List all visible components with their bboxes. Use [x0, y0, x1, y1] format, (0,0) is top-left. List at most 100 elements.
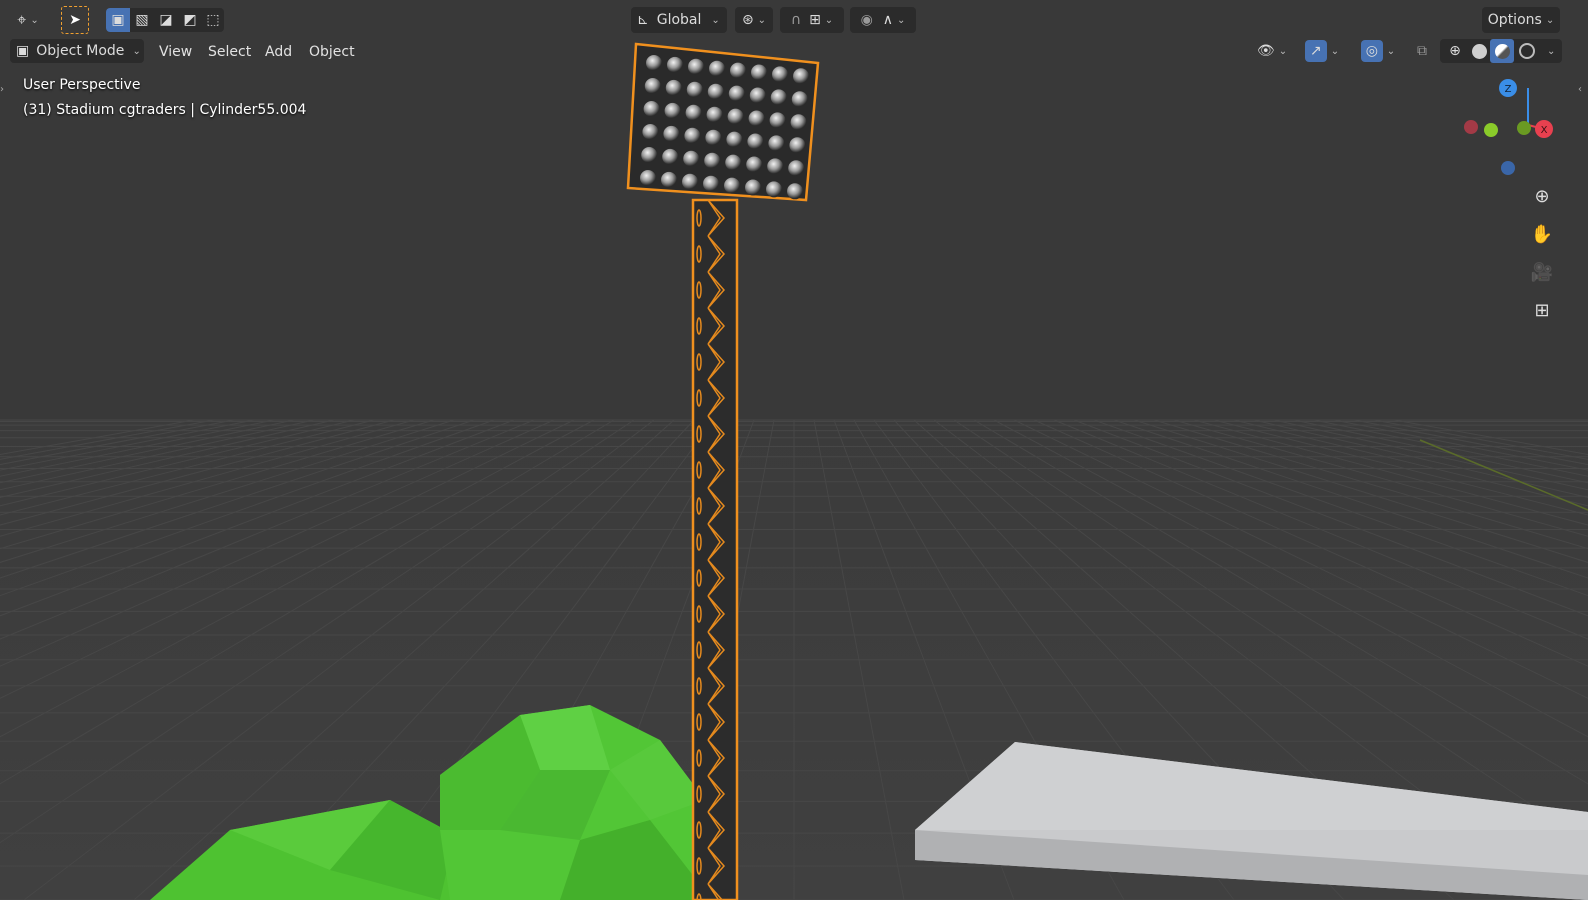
floodlight-bulb	[642, 124, 659, 140]
xray-toggle[interactable]: ⧉	[1410, 38, 1434, 64]
floodlight-bulb	[789, 137, 806, 154]
floodlight-bulb	[661, 171, 677, 188]
floodlight-bulb	[685, 104, 702, 121]
floodlight-bulb	[705, 129, 722, 146]
floodlight-bulb	[769, 112, 786, 129]
pivot-icon: ⊛	[741, 12, 754, 28]
chevron-down-icon: ⌄	[1278, 45, 1288, 57]
hand-icon: ✋	[1530, 223, 1554, 245]
material-shading-button[interactable]	[1490, 39, 1514, 63]
floodlight-bulb	[748, 110, 765, 127]
menu-add[interactable]: Add	[258, 41, 299, 63]
options-dropdown[interactable]: Options ⌄	[1482, 7, 1560, 33]
mode-label: Object Mode	[36, 43, 125, 59]
floodlight-bulb	[707, 83, 724, 100]
navigation-gizmo[interactable]: Z X	[1455, 72, 1565, 182]
object-mode-icon: ▣	[16, 43, 30, 59]
wireframe-shading-icon[interactable]: ⊕	[1443, 43, 1467, 59]
floodlight-bulb	[682, 173, 698, 190]
transform-orientation-dropdown[interactable]: ⊾ Global ⌄	[631, 7, 727, 33]
floodlight-bulb	[644, 78, 661, 94]
snap-group[interactable]: ∩ ⊞ ⌄	[780, 7, 844, 33]
proportional-edit-group[interactable]: ◉ ∧ ⌄	[850, 7, 916, 33]
snap-increment-icon: ⊞	[809, 12, 821, 28]
overlays-toggle[interactable]: ◎ ⌄	[1354, 38, 1402, 64]
floodlight-bulb	[767, 158, 784, 175]
magnet-icon: ∩	[790, 12, 802, 28]
floodlight-bulb	[745, 179, 761, 196]
options-label: Options	[1487, 12, 1542, 28]
floodlight-bulb	[724, 177, 740, 194]
zoom-button[interactable]: ⊕	[1527, 181, 1557, 211]
pivot-point-dropdown[interactable]: ⊛ ⌄	[735, 7, 773, 33]
floodlight-bulb	[728, 85, 745, 102]
floodlight-bulb	[768, 135, 785, 152]
menu-select[interactable]: Select	[201, 41, 258, 63]
camera-icon: 🎥	[1530, 261, 1554, 283]
floodlight-bulb	[704, 152, 721, 169]
pan-button[interactable]: ✋	[1527, 219, 1557, 249]
floodlight-bulb	[662, 148, 679, 165]
ortho-toggle-button[interactable]: ⊞	[1527, 295, 1557, 325]
floodlight-bulb	[686, 81, 703, 98]
view-perspective-label: User Perspective	[23, 77, 141, 93]
menu-view[interactable]: View	[152, 41, 199, 63]
rendered-shading-button[interactable]	[1515, 43, 1539, 59]
chevron-down-icon: ⌄	[1330, 45, 1340, 57]
select-difference-icon[interactable]: ◩	[178, 8, 202, 32]
floodlight-bulb	[665, 79, 682, 96]
floodlight-bulb	[640, 170, 656, 186]
axis-z-label: Z	[1505, 84, 1512, 95]
chevron-down-icon: ⌄	[1545, 14, 1555, 26]
floodlight-bulb	[751, 64, 767, 81]
floodlight-bulb	[793, 68, 809, 85]
select-intersect-icon[interactable]: ⬚	[202, 8, 224, 32]
chevron-down-icon: ⌄	[757, 14, 767, 26]
object-mode-dropdown[interactable]: ▣ Object Mode ⌄	[10, 39, 144, 63]
gizmo-toggle[interactable]: ↗ ⌄	[1298, 38, 1346, 64]
toolbar-expand-icon[interactable]: ›	[0, 84, 4, 95]
menu-object[interactable]: Object	[302, 41, 362, 63]
zoom-icon: ⊕	[1534, 185, 1550, 207]
axis-neg-x-handle	[1464, 120, 1478, 134]
axis-neg-z-handle	[1501, 161, 1515, 175]
chevron-down-icon: ⌄	[824, 14, 834, 26]
solid-shading-button[interactable]	[1467, 43, 1491, 59]
floodlight-bulb	[791, 91, 808, 108]
3d-viewport[interactable]: ⌖ ⌄ ➤ ▣ ▧ ◪ ◩ ⬚ ⊾ Global ⌄ ⊛ ⌄ ∩ ⊞ ⌄ ◉ ∧ ⌄	[0, 0, 1588, 900]
floodlight-bulb	[684, 127, 701, 144]
active-object-info: (31) Stadium cgtraders | Cylinder55.004	[23, 102, 307, 118]
select-subtract-icon[interactable]: ◪	[154, 8, 178, 32]
tool-settings-header: ⌖ ⌄ ➤ ▣ ▧ ◪ ◩ ⬚ ⊾ Global ⌄ ⊛ ⌄ ∩ ⊞ ⌄ ◉ ∧ ⌄	[0, 3, 1588, 37]
axis-y-handle	[1484, 123, 1498, 137]
rendered-shading-icon	[1519, 43, 1535, 59]
sidebar-expand-icon[interactable]: ‹	[1578, 84, 1582, 95]
camera-view-button[interactable]: 🎥	[1527, 257, 1557, 287]
floodlight-bulb	[770, 89, 787, 106]
floodlight-bulb	[727, 108, 744, 125]
select-tool-button[interactable]: ➤	[61, 6, 89, 34]
editor-type-selector[interactable]: ⌖ ⌄	[8, 6, 48, 34]
visibility-dropdown[interactable]: 👁 ⌄	[1252, 38, 1292, 64]
chevron-down-icon: ⌄	[30, 14, 39, 26]
floodlight-bulb	[766, 181, 782, 198]
select-extend-icon[interactable]: ▧	[130, 8, 154, 32]
material-shading-icon	[1494, 43, 1510, 59]
grid-icon: ⊞	[1534, 299, 1550, 321]
select-arrow-icon: ➤	[69, 12, 81, 28]
floodlight-bulb	[772, 66, 788, 83]
solid-shading-icon	[1471, 43, 1487, 59]
chevron-down-icon: ⌄	[1547, 45, 1556, 57]
selection-mode-group: ▣ ▧ ◪ ◩ ⬚	[106, 8, 224, 32]
floodlight-bulb	[683, 150, 700, 167]
scene-render[interactable]	[0, 0, 1588, 900]
floodlight-bulb	[641, 147, 658, 163]
chevron-down-icon: ⌄	[897, 14, 906, 26]
falloff-curve-icon: ∧	[882, 12, 894, 28]
floodlight-bulb	[725, 154, 742, 171]
floodlight-bulb	[703, 175, 719, 192]
select-new-icon[interactable]: ▣	[106, 8, 130, 32]
floodlight-bulb	[790, 114, 807, 131]
floodlight-bulb	[746, 156, 763, 173]
chevron-down-icon: ⌄	[711, 14, 720, 26]
